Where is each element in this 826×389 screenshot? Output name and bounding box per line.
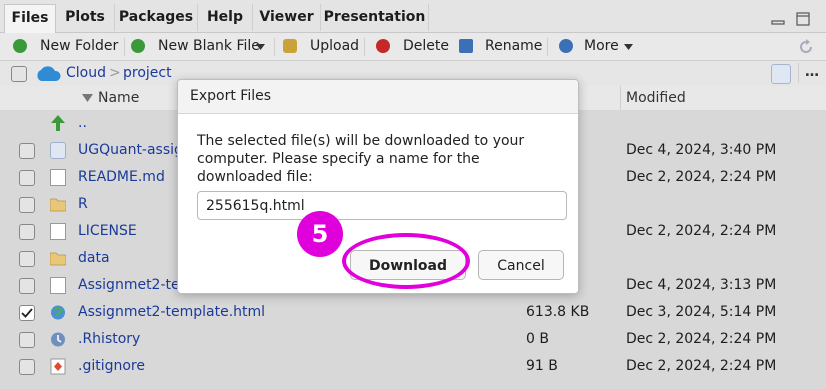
- file-modified: Dec 2, 2024, 2:24 PM: [626, 169, 777, 185]
- cancel-button[interactable]: Cancel: [478, 250, 564, 280]
- up-arrow-icon: [51, 115, 65, 131]
- file-modified: Dec 2, 2024, 2:24 PM: [626, 331, 777, 347]
- gear-icon: [559, 39, 573, 53]
- new-blank-file-button[interactable]: New Blank File: [131, 33, 267, 60]
- file-name[interactable]: Assignmet2-te: [78, 272, 180, 299]
- row-checkbox[interactable]: [19, 278, 35, 294]
- sort-descending-icon: [82, 94, 93, 102]
- tab-help[interactable]: Help: [198, 4, 253, 31]
- rename-button[interactable]: Rename: [459, 33, 542, 60]
- new-file-icon: [131, 39, 145, 53]
- file-name[interactable]: data: [78, 245, 110, 272]
- toolbar-divider: [364, 38, 365, 56]
- delete-icon: [376, 39, 390, 53]
- row-checkbox[interactable]: [19, 332, 35, 348]
- row-checkbox[interactable]: [19, 170, 35, 186]
- dialog-message: The selected file(s) will be downloaded …: [197, 133, 525, 185]
- more-button[interactable]: More: [559, 33, 637, 60]
- file-modified: Dec 4, 2024, 3:40 PM: [626, 142, 777, 158]
- row-checkbox[interactable]: [19, 224, 35, 240]
- pathbar-divider: [798, 63, 799, 83]
- filename-input[interactable]: [197, 191, 567, 220]
- file-modified: Dec 4, 2024, 3:13 PM: [626, 277, 777, 293]
- folder-icon: [50, 252, 66, 266]
- markdown-file-icon: [50, 169, 66, 186]
- new-folder-icon: [13, 39, 27, 53]
- file-name[interactable]: README.md: [78, 164, 165, 191]
- new-folder-button[interactable]: New Folder: [13, 33, 118, 60]
- file-name[interactable]: Assignmet2-template.html: [78, 299, 265, 326]
- toolbar-divider: [547, 38, 548, 56]
- rmd-file-icon: [50, 277, 66, 294]
- minimize-pane-icon[interactable]: [771, 12, 785, 26]
- chevron-down-icon: [624, 44, 633, 50]
- more-options-icon[interactable]: …: [805, 61, 819, 84]
- rproj-file-icon: [50, 142, 66, 159]
- file-name[interactable]: ..: [78, 110, 87, 137]
- toolbar-divider: [274, 38, 275, 56]
- upload-button[interactable]: Upload: [283, 33, 359, 60]
- file-size: 0 B: [526, 331, 549, 347]
- cloud-icon: [37, 66, 61, 81]
- file-size: 91 B: [526, 358, 558, 374]
- step-badge: 5: [297, 211, 343, 257]
- column-divider: [620, 86, 621, 110]
- download-highlight-ring: [342, 233, 470, 289]
- file-modified: Dec 3, 2024, 5:14 PM: [626, 304, 777, 320]
- git-file-icon: [50, 358, 66, 375]
- maximize-pane-icon[interactable]: [796, 12, 810, 26]
- column-modified[interactable]: Modified: [626, 86, 686, 110]
- project-r-icon[interactable]: [771, 64, 791, 84]
- tab-plots[interactable]: Plots: [56, 4, 115, 31]
- folder-icon: [50, 198, 66, 212]
- html-file-icon: [51, 305, 65, 320]
- column-name[interactable]: Name: [98, 86, 139, 110]
- table-row[interactable]: Assignmet2-template.html 613.8 KB Dec 3,…: [0, 299, 826, 326]
- files-toolbar: New Folder New Blank File Upload Delete …: [0, 33, 826, 61]
- row-checkbox[interactable]: [19, 197, 35, 213]
- checkmark-icon: [21, 308, 33, 318]
- dialog-title: Export Files: [190, 88, 271, 104]
- breadcrumb-separator: >: [109, 65, 121, 81]
- tab-presentation[interactable]: Presentation: [321, 4, 429, 31]
- breadcrumb-cloud[interactable]: Cloud: [66, 61, 106, 86]
- file-modified: Dec 2, 2024, 2:24 PM: [626, 358, 777, 374]
- file-name[interactable]: .Rhistory: [78, 326, 140, 353]
- file-name[interactable]: LICENSE: [78, 218, 137, 245]
- table-row[interactable]: .gitignore 91 B Dec 2, 2024, 2:24 PM: [0, 353, 826, 380]
- tab-viewer[interactable]: Viewer: [253, 4, 321, 31]
- refresh-icon[interactable]: [797, 38, 815, 56]
- row-checkbox[interactable]: [19, 359, 35, 375]
- tab-files[interactable]: Files: [4, 4, 56, 33]
- file-modified: Dec 2, 2024, 2:24 PM: [626, 223, 777, 239]
- row-checkbox-checked[interactable]: [19, 305, 35, 321]
- toolbar-divider: [124, 38, 125, 56]
- text-file-icon: [50, 223, 66, 240]
- row-checkbox[interactable]: [19, 251, 35, 267]
- table-row[interactable]: .Rhistory 0 B Dec 2, 2024, 2:24 PM: [0, 326, 826, 353]
- upload-icon: [283, 39, 297, 53]
- chevron-down-icon: [256, 44, 265, 50]
- file-name[interactable]: UGQuant-assig: [78, 137, 183, 164]
- file-name[interactable]: R: [78, 191, 88, 218]
- tab-packages[interactable]: Packages: [115, 4, 198, 31]
- file-name[interactable]: .gitignore: [78, 353, 145, 380]
- file-size: 613.8 KB: [526, 304, 590, 320]
- dialog-titlebar: Export Files: [178, 80, 578, 114]
- rename-icon: [459, 39, 473, 53]
- breadcrumb-project[interactable]: project: [123, 61, 172, 86]
- row-checkbox[interactable]: [19, 143, 35, 159]
- select-all-checkbox[interactable]: [11, 66, 27, 82]
- rhistory-file-icon: [51, 332, 65, 347]
- delete-button[interactable]: Delete: [376, 33, 449, 60]
- pane-tabs: Files Plots Packages Help Viewer Present…: [0, 0, 826, 33]
